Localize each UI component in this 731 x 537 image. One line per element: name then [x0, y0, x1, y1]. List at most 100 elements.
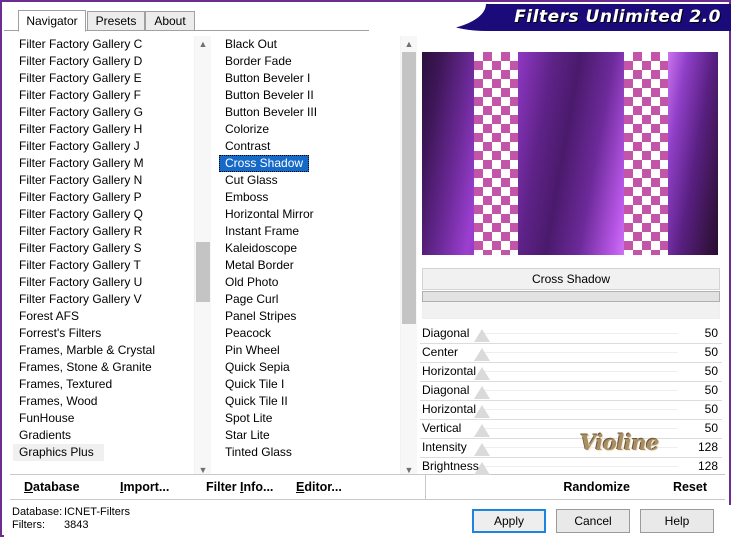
list-item[interactable]: Quick Tile I [219, 376, 401, 393]
list-item[interactable]: Filter Factory Gallery H [13, 121, 195, 138]
list-item[interactable]: Colorize [219, 121, 401, 138]
preview-gradient [422, 52, 718, 255]
list-item[interactable]: Quick Tile II [219, 393, 401, 410]
list-item[interactable]: Filter Factory Gallery U [13, 274, 195, 291]
param-row-diagonal-1[interactable]: Diagonal 50 [420, 325, 722, 344]
list-item[interactable]: Button Beveler III [219, 104, 401, 121]
slider-thumb[interactable] [474, 424, 490, 437]
list-item[interactable]: Filter Factory Gallery G [13, 104, 195, 121]
list-item[interactable]: Frames, Textured [13, 376, 195, 393]
list-item[interactable]: Frames, Stone & Granite [13, 359, 195, 376]
list-item[interactable]: Black Out [219, 36, 401, 53]
param-label: Brightness [422, 459, 479, 473]
app-title: Filters Unlimited 2.0 [514, 7, 721, 27]
list-item[interactable]: Filter Factory Gallery P [13, 189, 195, 206]
param-row-center[interactable]: Center 50 [420, 344, 722, 363]
param-value: 50 [704, 345, 718, 359]
list-item[interactable]: Filter Factory Gallery T [13, 257, 195, 274]
scrollbar-thumb[interactable] [402, 52, 416, 324]
slider-thumb[interactable] [474, 386, 490, 399]
database-button[interactable]: Database [24, 475, 80, 500]
slider-thumb[interactable] [474, 367, 490, 380]
list-item[interactable]: Metal Border [219, 257, 401, 274]
list-item[interactable]: Cut Glass [219, 172, 401, 189]
list-item[interactable]: Gradients [13, 427, 195, 444]
category-list-scrollbar[interactable]: ▲ ▼ [194, 36, 211, 478]
list-item[interactable]: Forest AFS [13, 308, 195, 325]
list-item[interactable]: Filter Factory Gallery S [13, 240, 195, 257]
list-item-graphics-plus[interactable]: Graphics Plus [13, 444, 104, 461]
slider-track [480, 390, 678, 391]
editor-button[interactable]: Editor... [296, 475, 342, 500]
slider-thumb[interactable] [474, 348, 490, 361]
param-row-horizontal-2[interactable]: Horizontal 50 [420, 401, 722, 420]
list-item[interactable]: Contrast [219, 138, 401, 155]
list-item[interactable]: Filter Factory Gallery V [13, 291, 195, 308]
list-item[interactable]: Button Beveler I [219, 70, 401, 87]
list-item[interactable]: Filter Factory Gallery M [13, 155, 195, 172]
tab-about[interactable]: About [145, 11, 195, 31]
import-button[interactable]: Import... [120, 475, 169, 500]
slider-thumb[interactable] [474, 405, 490, 418]
list-item[interactable]: Peacock [219, 325, 401, 342]
filter-info-button[interactable]: Filter Info... [206, 475, 273, 500]
tab-navigator[interactable]: Navigator [18, 10, 86, 32]
list-item[interactable]: Filter Factory Gallery R [13, 223, 195, 240]
list-item[interactable]: Frames, Marble & Crystal [13, 342, 195, 359]
status-database-value: ICNET-Filters [64, 506, 130, 518]
status-bar: Database: ICNET-Filters Filters: 3843 Appl… [4, 505, 731, 537]
list-item[interactable]: Old Photo [219, 274, 401, 291]
param-row-vertical[interactable]: Vertical 50 [420, 420, 722, 439]
list-item[interactable]: Instant Frame [219, 223, 401, 240]
tab-presets[interactable]: Presets [87, 11, 145, 31]
list-item[interactable]: Border Fade [219, 53, 401, 70]
param-value: 128 [697, 440, 718, 454]
list-item[interactable]: Horizontal Mirror [219, 206, 401, 223]
list-item[interactable]: Filter Factory Gallery N [13, 172, 195, 189]
filter-listbox[interactable]: Black Out Border Fade Button Beveler I B… [218, 35, 418, 479]
list-item[interactable]: Filter Factory Gallery J [13, 138, 195, 155]
list-item[interactable]: Emboss [219, 189, 401, 206]
list-item[interactable]: Panel Stripes [219, 308, 401, 325]
param-row-intensity[interactable]: Intensity 128 [420, 439, 722, 458]
param-label: Horizontal [422, 402, 477, 416]
slider-thumb[interactable] [474, 443, 490, 456]
param-row-horizontal-1[interactable]: Horizontal 50 [420, 363, 722, 382]
list-item[interactable]: Filter Factory Gallery E [13, 70, 195, 87]
slider-thumb[interactable] [474, 329, 490, 342]
randomize-button[interactable]: Randomize [563, 475, 630, 500]
help-button[interactable]: Help [640, 509, 714, 533]
status-filters-label: Filters: [12, 519, 45, 531]
filter-name-header: Cross Shadow [422, 268, 720, 290]
list-item[interactable]: Pin Wheel [219, 342, 401, 359]
param-row-diagonal-2[interactable]: Diagonal 50 [420, 382, 722, 401]
list-item[interactable]: Tinted Glass [219, 444, 401, 461]
param-value: 50 [704, 421, 718, 435]
list-item[interactable]: FunHouse [13, 410, 195, 427]
list-item[interactable]: Page Curl [219, 291, 401, 308]
list-item[interactable]: Quick Sepia [219, 359, 401, 376]
chevron-up-icon[interactable]: ▲ [401, 36, 417, 52]
category-listbox[interactable]: Filter Factory Gallery C Filter Factory … [12, 35, 212, 479]
list-item[interactable]: Filter Factory Gallery F [13, 87, 195, 104]
param-value: 50 [704, 364, 718, 378]
cancel-button[interactable]: Cancel [556, 509, 630, 533]
list-item-cross-shadow[interactable]: Cross Shadow [219, 155, 310, 172]
param-label: Diagonal [422, 383, 470, 397]
list-item[interactable]: Forrest's Filters [13, 325, 195, 342]
chevron-up-icon[interactable]: ▲ [195, 36, 211, 52]
filter-list-scrollbar[interactable]: ▲ ▼ [400, 36, 417, 478]
list-item[interactable]: Star Lite [219, 427, 401, 444]
list-item[interactable]: Filter Factory Gallery D [13, 53, 195, 70]
list-item[interactable]: Spot Lite [219, 410, 401, 427]
list-item[interactable]: Button Beveler II [219, 87, 401, 104]
list-item[interactable]: Filter Factory Gallery Q [13, 206, 195, 223]
list-item[interactable]: Kaleidoscope [219, 240, 401, 257]
tab-strip: Navigator Presets About [4, 10, 369, 32]
list-item[interactable]: Frames, Wood [13, 393, 195, 410]
apply-button[interactable]: Apply [472, 509, 546, 533]
preview-image[interactable] [422, 52, 718, 255]
list-item[interactable]: Filter Factory Gallery C [13, 36, 195, 53]
reset-button[interactable]: Reset [673, 475, 707, 500]
scrollbar-thumb[interactable] [196, 242, 210, 302]
